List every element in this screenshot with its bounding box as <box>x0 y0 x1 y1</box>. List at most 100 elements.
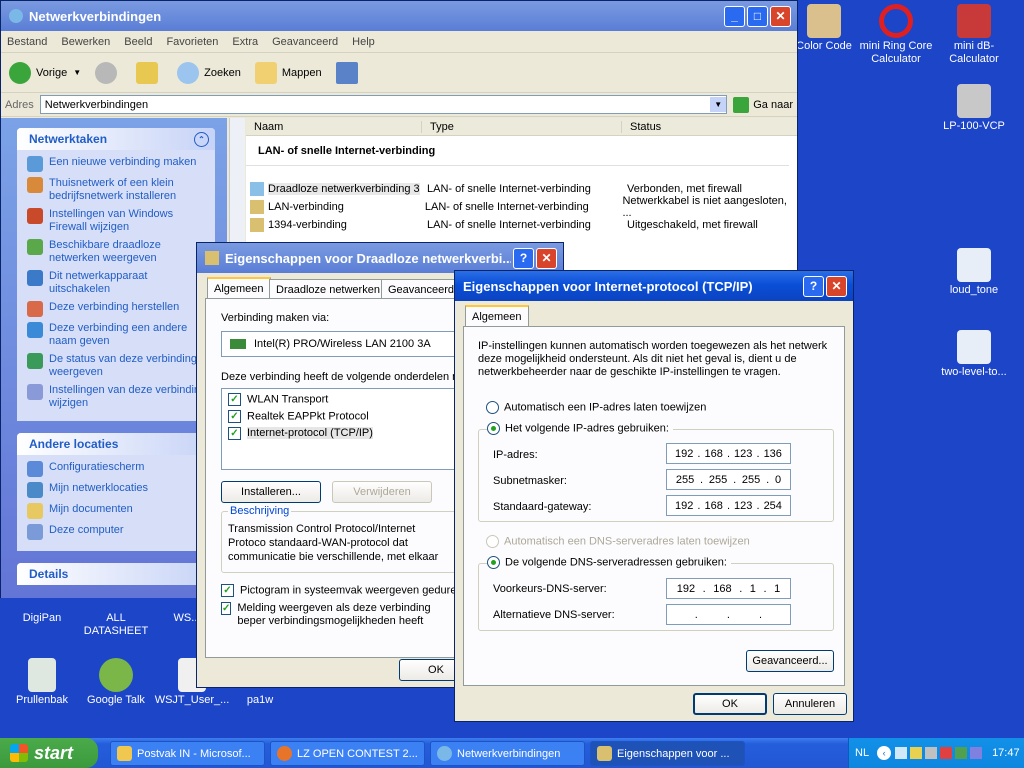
tray-icon[interactable] <box>895 747 908 759</box>
forward-button[interactable] <box>95 61 122 84</box>
network-tasks-header[interactable]: Netwerktaken ⌃ <box>17 128 215 150</box>
table-row[interactable]: 1394-verbinding LAN- of snelle Internet-… <box>246 216 797 234</box>
radio-button[interactable] <box>486 401 499 414</box>
properties-titlebar[interactable]: Eigenschappen voor Draadloze netwerkverb… <box>197 243 563 273</box>
list-item[interactable]: ✓ Internet-protocol (TCP/IP) <box>228 427 454 444</box>
link-my-documents[interactable]: Mijn documenten <box>27 503 207 519</box>
notify-option[interactable]: ✓ Melding weergeven als deze verbinding b… <box>221 602 461 628</box>
start-button[interactable]: start <box>0 738 98 768</box>
advanced-button[interactable]: Geavanceerd... <box>746 650 834 672</box>
tray-icon-option[interactable]: ✓ Pictogram in systeemvak weergeven gedur… <box>221 584 469 597</box>
go-button[interactable]: Ga naar <box>733 96 793 113</box>
help-button[interactable]: ? <box>513 247 534 269</box>
ip-address-field[interactable]: 192. 168. 123. 136 <box>666 443 791 464</box>
desktop-icon-digipan[interactable]: DigiPan <box>0 612 84 625</box>
taskbar-item-network[interactable]: Netwerkverbindingen <box>430 741 585 766</box>
desktop-icon-db-calc[interactable]: mini dB-Calculator <box>932 4 1016 66</box>
language-indicator[interactable]: NL <box>855 747 869 759</box>
radio-button[interactable] <box>487 556 500 569</box>
tab-wireless-networks[interactable]: Draadloze netwerken <box>269 279 387 300</box>
tray-icon[interactable] <box>925 747 938 759</box>
desktop-icon-all-datasheet[interactable]: ALL DATASHEET <box>74 612 158 638</box>
tray-icon[interactable] <box>955 747 968 759</box>
task-status[interactable]: De status van deze verbinding weergeven <box>27 353 207 379</box>
collapse-icon[interactable]: ⌃ <box>194 131 209 147</box>
task-new-connection[interactable]: Een nieuwe verbinding maken <box>27 156 207 172</box>
menu-beeld[interactable]: Beeld <box>124 36 152 48</box>
help-button[interactable]: ? <box>803 275 824 297</box>
alternate-dns-field[interactable]: ... <box>666 604 791 625</box>
checkbox[interactable]: ✓ <box>228 410 241 423</box>
task-home-network[interactable]: Thuisnetwerk of een klein bedrijfsnetwer… <box>27 177 207 203</box>
column-name[interactable]: Naam <box>246 120 422 133</box>
task-change-settings[interactable]: Instellingen van deze verbinding wijzige… <box>27 384 207 410</box>
chevron-down-icon[interactable]: ▼ <box>710 97 727 112</box>
checkbox[interactable]: ✓ <box>221 584 234 597</box>
desktop-icon-loud-tone[interactable]: loud_tone <box>932 248 1016 297</box>
desktop-icon-recycle-bin[interactable]: Prullenbak <box>0 658 84 707</box>
desktop-icon-ring-core[interactable]: mini Ring Core Calculator <box>854 4 938 66</box>
other-places-header[interactable]: Andere locaties <box>17 433 215 455</box>
up-button[interactable] <box>136 61 163 84</box>
gateway-field[interactable]: 192. 168. 123. 254 <box>666 495 791 516</box>
table-row[interactable]: LAN-verbinding LAN- of snelle Internet-v… <box>246 195 797 219</box>
subnet-mask-field[interactable]: 255. 255. 255. 0 <box>666 469 791 490</box>
radio-button[interactable] <box>487 422 500 435</box>
components-list[interactable]: ✓ WLAN Transport ✓ Realtek EAPPkt Protocol… <box>221 388 461 470</box>
task-wireless-networks[interactable]: Beschikbare draadloze netwerken weergeve… <box>27 239 207 265</box>
taskbar-item-properties[interactable]: Eigenschappen voor ... <box>590 741 745 766</box>
menu-bewerken[interactable]: Bewerken <box>61 36 110 48</box>
views-button[interactable] <box>335 61 363 84</box>
folders-button[interactable]: Mappen <box>254 61 322 84</box>
column-type[interactable]: Type <box>422 120 622 133</box>
tray-icon[interactable] <box>940 747 953 759</box>
address-input[interactable]: Netwerkverbindingen ▼ <box>39 95 728 114</box>
menu-help[interactable]: Help <box>352 36 375 48</box>
task-firewall[interactable]: Instellingen van Windows Firewall wijzig… <box>27 208 207 234</box>
desktop-icon-two-level[interactable]: two-level-to... <box>932 330 1016 379</box>
manual-dns-radio[interactable]: De volgende DNS-serveradressen gebruiken… <box>487 556 731 569</box>
details-header[interactable]: Details <box>17 563 215 585</box>
explorer-titlebar[interactable]: Netwerkverbindingen _ □ ✕ <box>1 1 797 31</box>
remove-button[interactable]: Verwijderen <box>332 481 432 503</box>
clock[interactable]: 17:47 <box>992 747 1020 759</box>
tab-advanced[interactable]: Geavanceerd <box>381 279 462 300</box>
auto-ip-radio[interactable]: Automatisch een IP-adres laten toewijzen <box>486 401 706 414</box>
manual-ip-radio[interactable]: Het volgende IP-adres gebruiken: <box>487 422 673 435</box>
menu-extra[interactable]: Extra <box>232 36 258 48</box>
back-button[interactable]: Vorige ▼ <box>9 61 81 84</box>
tray-expand-icon[interactable]: ‹ <box>877 746 892 760</box>
tray-icon[interactable] <box>970 747 983 759</box>
menu-favorieten[interactable]: Favorieten <box>166 36 218 48</box>
list-item[interactable]: ✓ WLAN Transport <box>228 393 454 410</box>
maximize-button[interactable]: □ <box>747 5 768 27</box>
menu-geavanceerd[interactable]: Geavanceerd <box>272 36 338 48</box>
preferred-dns-field[interactable]: 192. 168. 1. 1 <box>666 578 791 599</box>
auto-dns-radio[interactable]: Automatisch een DNS-serveradres laten to… <box>486 535 750 548</box>
taskbar-item-firefox[interactable]: LZ OPEN CONTEST 2... <box>270 741 425 766</box>
minimize-button[interactable]: _ <box>724 5 745 27</box>
ok-button[interactable]: OK <box>693 693 767 715</box>
close-button[interactable]: ✕ <box>826 275 847 297</box>
tab-algemeen[interactable]: Algemeen <box>207 277 271 298</box>
close-button[interactable]: ✕ <box>770 5 791 27</box>
checkbox[interactable]: ✓ <box>228 427 241 440</box>
tray-icon[interactable] <box>910 747 923 759</box>
list-item[interactable]: ✓ Realtek EAPPkt Protocol <box>228 410 454 427</box>
install-button[interactable]: Installeren... <box>221 481 321 503</box>
task-disable-device[interactable]: Dit netwerkapparaat uitschakelen <box>27 270 207 296</box>
checkbox[interactable]: ✓ <box>221 602 232 615</box>
close-button[interactable]: ✕ <box>536 247 557 269</box>
link-control-panel[interactable]: Configuratiescherm <box>27 461 207 477</box>
radio-button[interactable] <box>486 535 499 548</box>
cancel-button[interactable]: Annuleren <box>773 693 847 715</box>
desktop-icon-pa1w[interactable]: pa1w <box>230 694 290 707</box>
search-button[interactable]: Zoeken <box>177 61 241 84</box>
task-rename[interactable]: Deze verbinding een andere naam geven <box>27 322 207 348</box>
task-repair[interactable]: Deze verbinding herstellen <box>27 301 207 317</box>
desktop-icon-google-talk[interactable]: Google Talk <box>74 658 158 707</box>
column-status[interactable]: Status <box>622 121 661 133</box>
desktop-icon-lp100[interactable]: LP-100-VCP <box>932 84 1016 133</box>
tab-algemeen[interactable]: Algemeen <box>465 305 529 326</box>
link-my-computer[interactable]: Deze computer <box>27 524 207 540</box>
